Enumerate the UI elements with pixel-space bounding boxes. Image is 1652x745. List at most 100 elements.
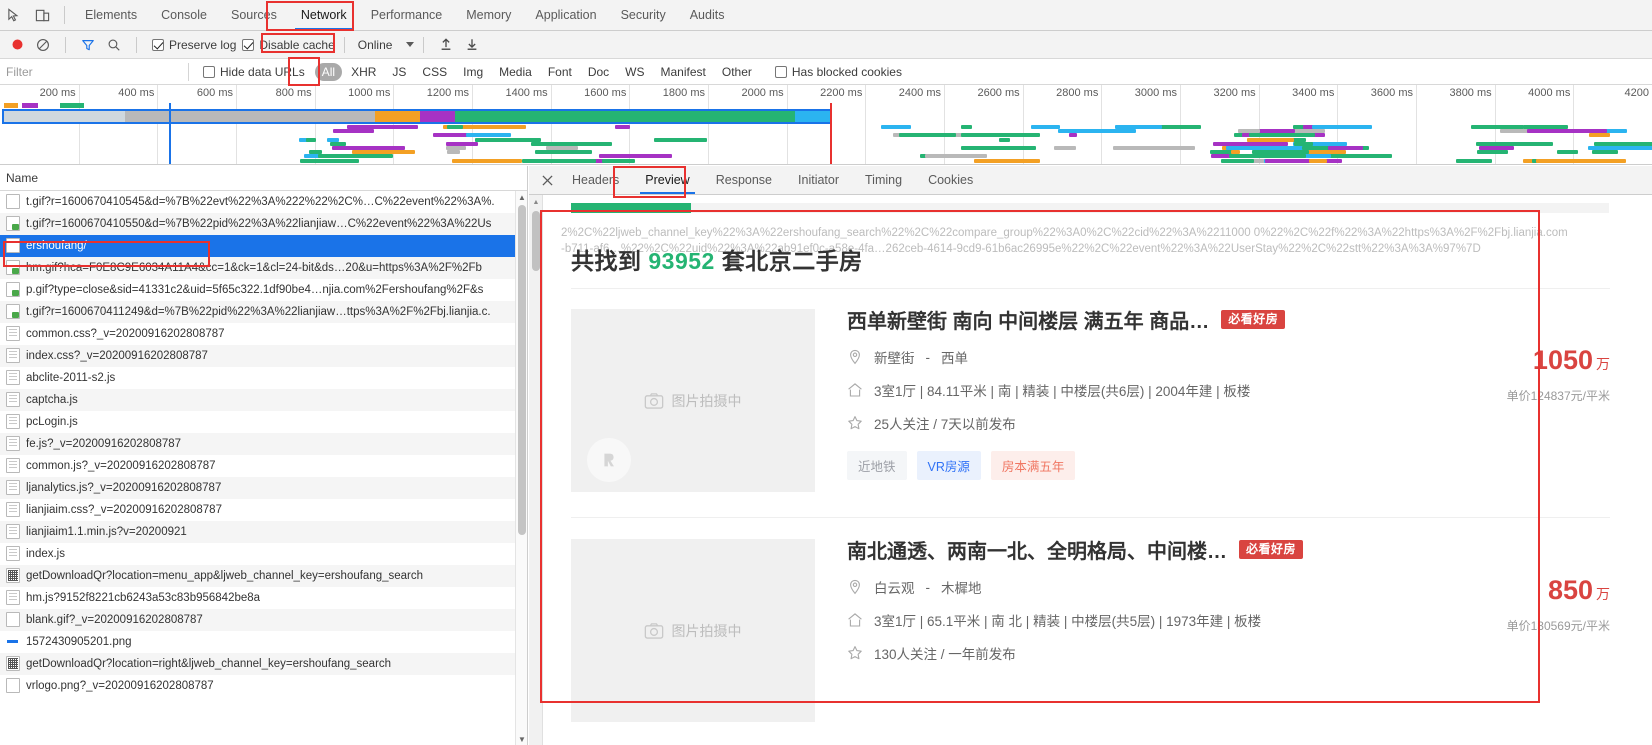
listing-title[interactable]: 南北通透、两南一北、全明格局、中间楼…	[847, 535, 1227, 564]
request-name: getDownloadQr?location=right&ljweb_chann…	[26, 657, 392, 670]
detail-tab-timing-label: Timing	[865, 173, 903, 187]
tab-application[interactable]: Application	[523, 0, 608, 30]
listing-district[interactable]: 西单	[941, 347, 968, 367]
filter-type-all[interactable]: All	[314, 62, 343, 81]
filter-input[interactable]	[0, 59, 180, 84]
detail-tab-initiator[interactable]: Initiator	[785, 166, 852, 194]
overview-tick-label: 1200 ms	[426, 87, 469, 99]
filter-type-js[interactable]: JS	[385, 63, 413, 81]
filter-type-font[interactable]: Font	[541, 63, 579, 81]
request-row[interactable]: lianjiaim.css?_v=20200916202808787	[0, 499, 527, 521]
filter-type-xhr-label: XHR	[351, 64, 377, 79]
request-name: captcha.js	[26, 393, 78, 406]
request-row[interactable]: hm.js?9152f8221cb6243a53c83b956842be8a	[0, 587, 527, 609]
detail-tab-timing[interactable]: Timing	[852, 166, 915, 194]
listing-thumbnail[interactable]: 图片拍摄中	[571, 539, 815, 722]
has-blocked-cookies-checkbox[interactable]: Has blocked cookies	[774, 65, 902, 79]
request-name: blank.gif?_v=20200916202808787	[26, 613, 203, 626]
filter-type-ws[interactable]: WS	[618, 63, 651, 81]
import-har-icon[interactable]	[433, 32, 459, 58]
preserve-log-checkbox[interactable]: Preserve log	[152, 38, 236, 52]
overview-bar	[924, 154, 988, 159]
request-row[interactable]: common.css?_v=20200916202808787	[0, 323, 527, 345]
filter-type-doc[interactable]: Doc	[581, 63, 616, 81]
close-icon[interactable]	[535, 168, 559, 192]
doc-icon	[6, 238, 20, 253]
detail-tab-preview[interactable]: Preview	[632, 166, 702, 194]
filter-type-media[interactable]: Media	[492, 63, 539, 81]
request-name: p.gif?type=close&sid=41331c2&uid=5f65c32…	[26, 283, 484, 296]
search-icon[interactable]	[101, 32, 127, 58]
export-har-icon[interactable]	[459, 32, 485, 58]
overview-bar	[615, 125, 631, 129]
filter-funnel-icon[interactable]	[75, 32, 101, 58]
detail-tab-response[interactable]: Response	[703, 166, 785, 194]
overview-bar	[1054, 146, 1077, 150]
detail-tab-headers[interactable]: Headers	[559, 166, 632, 194]
preview-scroll-up-arrow[interactable]: ▲	[529, 195, 543, 209]
clear-icon[interactable]	[30, 32, 56, 58]
request-row[interactable]: abclite-2011-s2.js	[0, 367, 527, 389]
request-row[interactable]: common.js?_v=20200916202808787	[0, 455, 527, 477]
request-row[interactable]: hm.gif?hca=F0E8C9E6034A11A4&cc=1&ck=1&cl…	[0, 257, 527, 279]
tab-security[interactable]: Security	[609, 0, 678, 30]
toggle-device-toolbar-icon[interactable]	[28, 1, 56, 29]
listing-community[interactable]: 新壁街	[874, 347, 915, 367]
request-row[interactable]: index.js	[0, 543, 527, 565]
script-icon	[6, 524, 20, 539]
overview-bar	[465, 133, 512, 138]
request-row[interactable]: ljanalytics.js?_v=20200916202808787	[0, 477, 527, 499]
request-row[interactable]: ershoufang/	[0, 235, 527, 257]
listing-item[interactable]: 图片拍摄中 南北通透、两南一北、全明格局、中间楼… 必看好房 白云观 - 木樨地…	[571, 525, 1622, 737]
request-row[interactable]: blank.gif?_v=20200916202808787	[0, 609, 527, 631]
preview-scrollbar[interactable]: ▲	[529, 195, 543, 745]
preview-scrollbar-thumb[interactable]	[532, 211, 540, 271]
tab-console[interactable]: Console	[149, 0, 219, 30]
scroll-up-arrow[interactable]: ▲	[516, 191, 527, 203]
overview-bar	[522, 158, 596, 163]
scroll-down-arrow[interactable]: ▼	[516, 733, 527, 745]
listing-community[interactable]: 白云观	[874, 577, 915, 597]
request-row[interactable]: t.gif?r=1600670411249&d=%7B%22pid%22%3A%…	[0, 301, 527, 323]
listing-district[interactable]: 木樨地	[941, 577, 982, 597]
request-row[interactable]: t.gif?r=1600670410545&d=%7B%22evt%22%3A%…	[0, 191, 527, 213]
tab-network[interactable]: Network	[289, 0, 359, 30]
request-row[interactable]: p.gif?type=close&sid=41331c2&uid=5f65c32…	[0, 279, 527, 301]
inspect-element-icon[interactable]	[0, 1, 28, 29]
filter-type-other[interactable]: Other	[715, 63, 759, 81]
request-row[interactable]: index.css?_v=20200916202808787	[0, 345, 527, 367]
network-overview[interactable]: 200 ms 400 ms 600 ms 800 ms 1000 ms 1200 ms 14…	[0, 85, 1652, 165]
request-list-scrollbar[interactable]: ▲ ▼	[515, 191, 527, 745]
filter-type-xhr[interactable]: XHR	[344, 63, 383, 81]
tab-performance[interactable]: Performance	[359, 0, 455, 30]
request-row[interactable]: t.gif?r=1600670410550&d=%7B%22pid%22%3A%…	[0, 213, 527, 235]
overview-bar	[1312, 125, 1372, 129]
tab-memory[interactable]: Memory	[454, 0, 523, 30]
overview-tick-label: 2600 ms	[977, 87, 1020, 99]
request-row[interactable]: getDownloadQr?location=menu_app&ljweb_ch…	[0, 565, 527, 587]
filter-type-img[interactable]: Img	[456, 63, 490, 81]
request-row[interactable]: lianjiaim1.1.min.js?v=20200921	[0, 521, 527, 543]
request-row[interactable]: 1572430905201.png	[0, 631, 527, 653]
request-row[interactable]: getDownloadQr?location=right&ljweb_chann…	[0, 653, 527, 675]
record-button[interactable]	[4, 32, 30, 58]
tab-sources[interactable]: Sources	[219, 0, 289, 30]
listing-thumbnail[interactable]: 图片拍摄中	[571, 309, 815, 492]
dcl-marker	[169, 103, 171, 164]
tab-elements[interactable]: Elements	[73, 0, 149, 30]
detail-tab-cookies[interactable]: Cookies	[915, 166, 986, 194]
disable-cache-checkbox[interactable]: Disable cache	[242, 38, 335, 52]
listing-item[interactable]: 图片拍摄中 西单新壁街 南向 中间楼层 满五年 商品… 必看好房 新壁街 - 西…	[571, 295, 1622, 507]
filter-type-css[interactable]: CSS	[415, 63, 454, 81]
tab-audits[interactable]: Audits	[678, 0, 737, 30]
filter-type-manifest[interactable]: Manifest	[654, 63, 713, 81]
request-row[interactable]: vrlogo.png?_v=20200916202808787	[0, 675, 527, 697]
hide-data-urls-label: Hide data URLs	[220, 64, 305, 79]
hide-data-urls-checkbox[interactable]: Hide data URLs	[203, 65, 305, 79]
request-row[interactable]: fe.js?_v=20200916202808787	[0, 433, 527, 455]
scrollbar-thumb[interactable]	[518, 205, 526, 535]
request-row[interactable]: captcha.js	[0, 389, 527, 411]
listing-title[interactable]: 西单新壁街 南向 中间楼层 满五年 商品…	[847, 305, 1209, 334]
throttling-select[interactable]: Online	[354, 38, 415, 52]
request-row[interactable]: pcLogin.js	[0, 411, 527, 433]
